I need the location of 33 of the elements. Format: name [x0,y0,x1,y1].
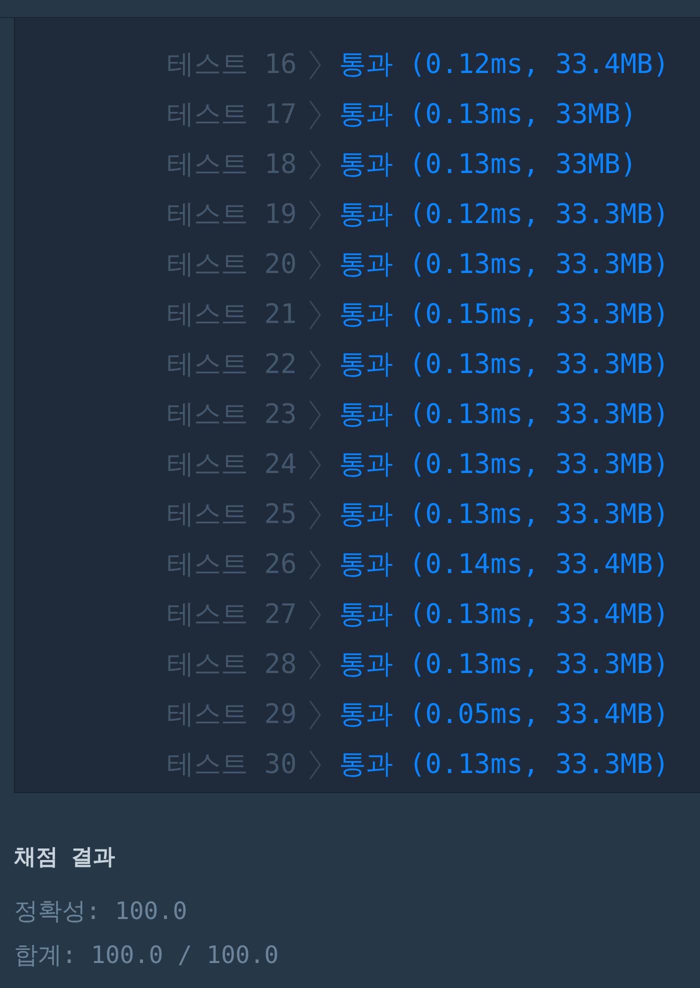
chevron-icon [308,200,321,230]
chevron-icon [308,600,321,630]
test-result: 통과 (0.13ms, 33.3MB) [338,748,670,782]
test-result: 통과 (0.13ms, 33.3MB) [338,648,670,682]
chevron-icon [308,650,321,680]
score-text: 정확성: 100.0 [14,897,188,927]
chevron-icon [308,250,321,280]
chevron-icon [308,50,321,80]
test-result: 통과 (0.13ms, 33MB) [338,98,637,132]
chevron-icon [308,750,321,780]
test-result: 통과 (0.13ms, 33.3MB) [338,248,670,282]
test-result: 통과 (0.13ms, 33.3MB) [338,398,670,432]
chevron-icon [308,400,321,430]
test-result: 통과 (0.13ms, 33.4MB) [338,598,670,632]
chevron-icon [308,450,321,480]
chevron-icon [308,500,321,530]
test-result: 통과 (0.14ms, 33.4MB) [338,548,670,582]
chevron-icon [308,350,321,380]
test-result: 통과 (0.13ms, 33.3MB) [338,498,670,532]
chevron-icon [308,100,321,130]
chevron-icon [308,300,321,330]
test-result: 통과 (0.13ms, 33MB) [338,148,637,182]
chevron-icon [308,550,321,580]
test-result: 통과 (0.05ms, 33.4MB) [338,698,670,732]
test-result: 통과 (0.12ms, 33.3MB) [338,198,670,232]
test-result: 통과 (0.15ms, 33.3MB) [338,298,670,332]
test-result: 통과 (0.12ms, 33.4MB) [338,48,670,82]
test-result: 통과 (0.13ms, 33.3MB) [338,348,670,382]
chevron-icon [308,150,321,180]
score-text: 합계: 100.0 / 100.0 [14,941,280,971]
test-result: 통과 (0.13ms, 33.3MB) [338,448,670,482]
section-title: 채점 결과 [14,844,116,872]
chevron-icon [308,700,321,730]
